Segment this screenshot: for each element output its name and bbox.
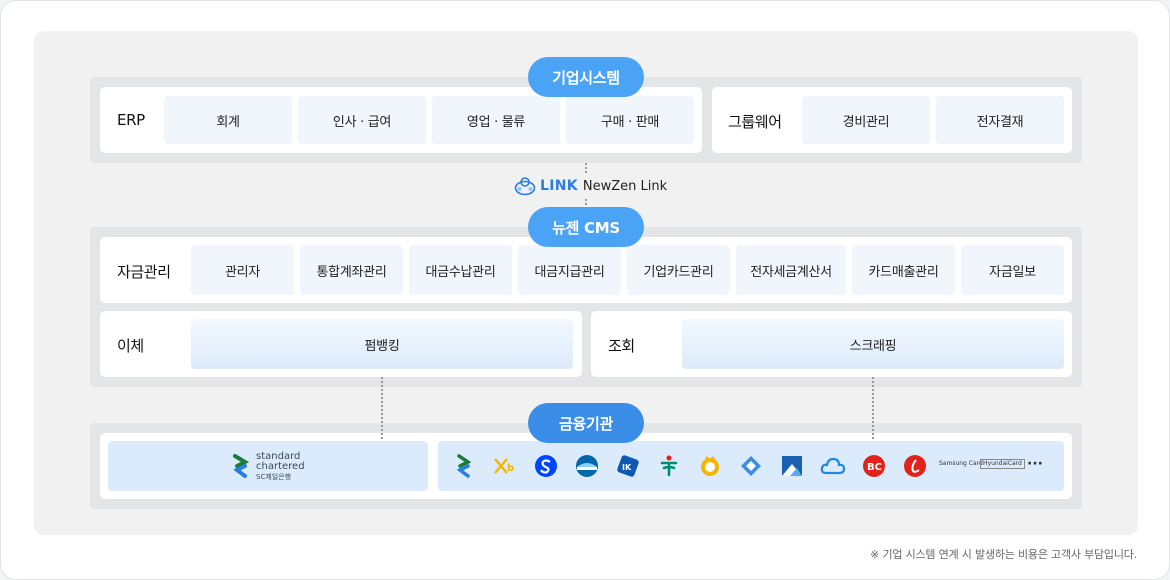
groupware-item-approval: 전자결재	[936, 96, 1064, 144]
fund-item-daily-report: 자금일보	[961, 245, 1064, 295]
samsung-card-label: Samsung Card	[939, 460, 983, 467]
standard-chartered-icon	[451, 453, 477, 479]
transfer-item-firmbanking: 펌뱅킹	[191, 319, 573, 369]
kb-icon: b	[491, 453, 521, 479]
link-logo-icon	[514, 177, 536, 196]
cost-footnote: ※ 기업 시스템 연계 시 발생하는 비용은 고객사 부담입니다.	[870, 548, 1137, 561]
woori-icon	[574, 453, 600, 479]
bc-card-icon: BC	[861, 453, 887, 479]
finance-title: 금융기관	[528, 403, 644, 443]
enterprise-title: 기업시스템	[528, 57, 644, 97]
erp-item-purchase-sales: 구매 · 판매	[566, 96, 694, 144]
fund-item-collection: 대금수납관리	[409, 245, 512, 295]
transfer-label: 이체	[117, 337, 144, 355]
erp-item-accounting: 회계	[164, 96, 292, 144]
more-banks-indicator: ···	[1027, 456, 1043, 472]
svg-text:BC: BC	[867, 462, 882, 473]
fund-item-card-sales: 카드매출관리	[852, 245, 955, 295]
cms-title: 뉴젠 CMS	[528, 207, 644, 247]
ibk-icon: IK	[615, 453, 641, 479]
kakao-icon	[820, 453, 846, 479]
inquiry-label: 조회	[608, 337, 635, 355]
svg-text:b: b	[507, 463, 514, 474]
kdb-icon	[779, 453, 805, 479]
erp-label: ERP	[117, 111, 145, 129]
fund-item-admin: 관리자	[191, 245, 294, 295]
erp-item-hr-payroll: 인사 · 급여	[298, 96, 426, 144]
shinhan-icon	[533, 453, 559, 479]
erp-item-sales-logistics: 영업 · 물류	[432, 96, 560, 144]
fund-item-account: 통합계좌관리	[300, 245, 403, 295]
fund-label: 자금관리	[117, 263, 171, 281]
connector-transfer-bank	[381, 377, 383, 439]
fund-item-payment: 대금지급관리	[518, 245, 621, 295]
main-bank-line2: chartered	[256, 461, 305, 472]
nonghyup-icon	[697, 453, 723, 479]
hyundai-card-label: HyundaiCard	[980, 459, 1025, 469]
groupware-label: 그룹웨어	[728, 113, 782, 131]
groupware-item-expense: 경비관리	[802, 96, 930, 144]
main-bank-name: standard chartered SC제일은행	[256, 452, 305, 482]
main-bank-line3: SC제일은행	[256, 473, 292, 481]
diagram-card: 기업시스템 ERP 회계 인사 · 급여 영업 · 물류 구매 · 판매 그룹웨…	[0, 0, 1170, 580]
newzen-link: LINK NewZen Link	[510, 175, 672, 197]
connector-inquiry-bank	[872, 377, 874, 439]
inquiry-item-scraping: 스크래핑	[682, 319, 1064, 369]
sc-logo-icon	[233, 454, 250, 478]
link-word: LINK	[540, 178, 578, 194]
hana-icon	[656, 453, 682, 479]
lotte-card-icon	[902, 453, 928, 479]
svg-text:IK: IK	[622, 463, 632, 472]
citi-icon	[738, 453, 764, 479]
fund-item-corp-card: 기업카드관리	[627, 245, 730, 295]
link-name: NewZen Link	[582, 178, 668, 194]
fund-item-e-tax: 전자세금계산서	[736, 245, 846, 295]
